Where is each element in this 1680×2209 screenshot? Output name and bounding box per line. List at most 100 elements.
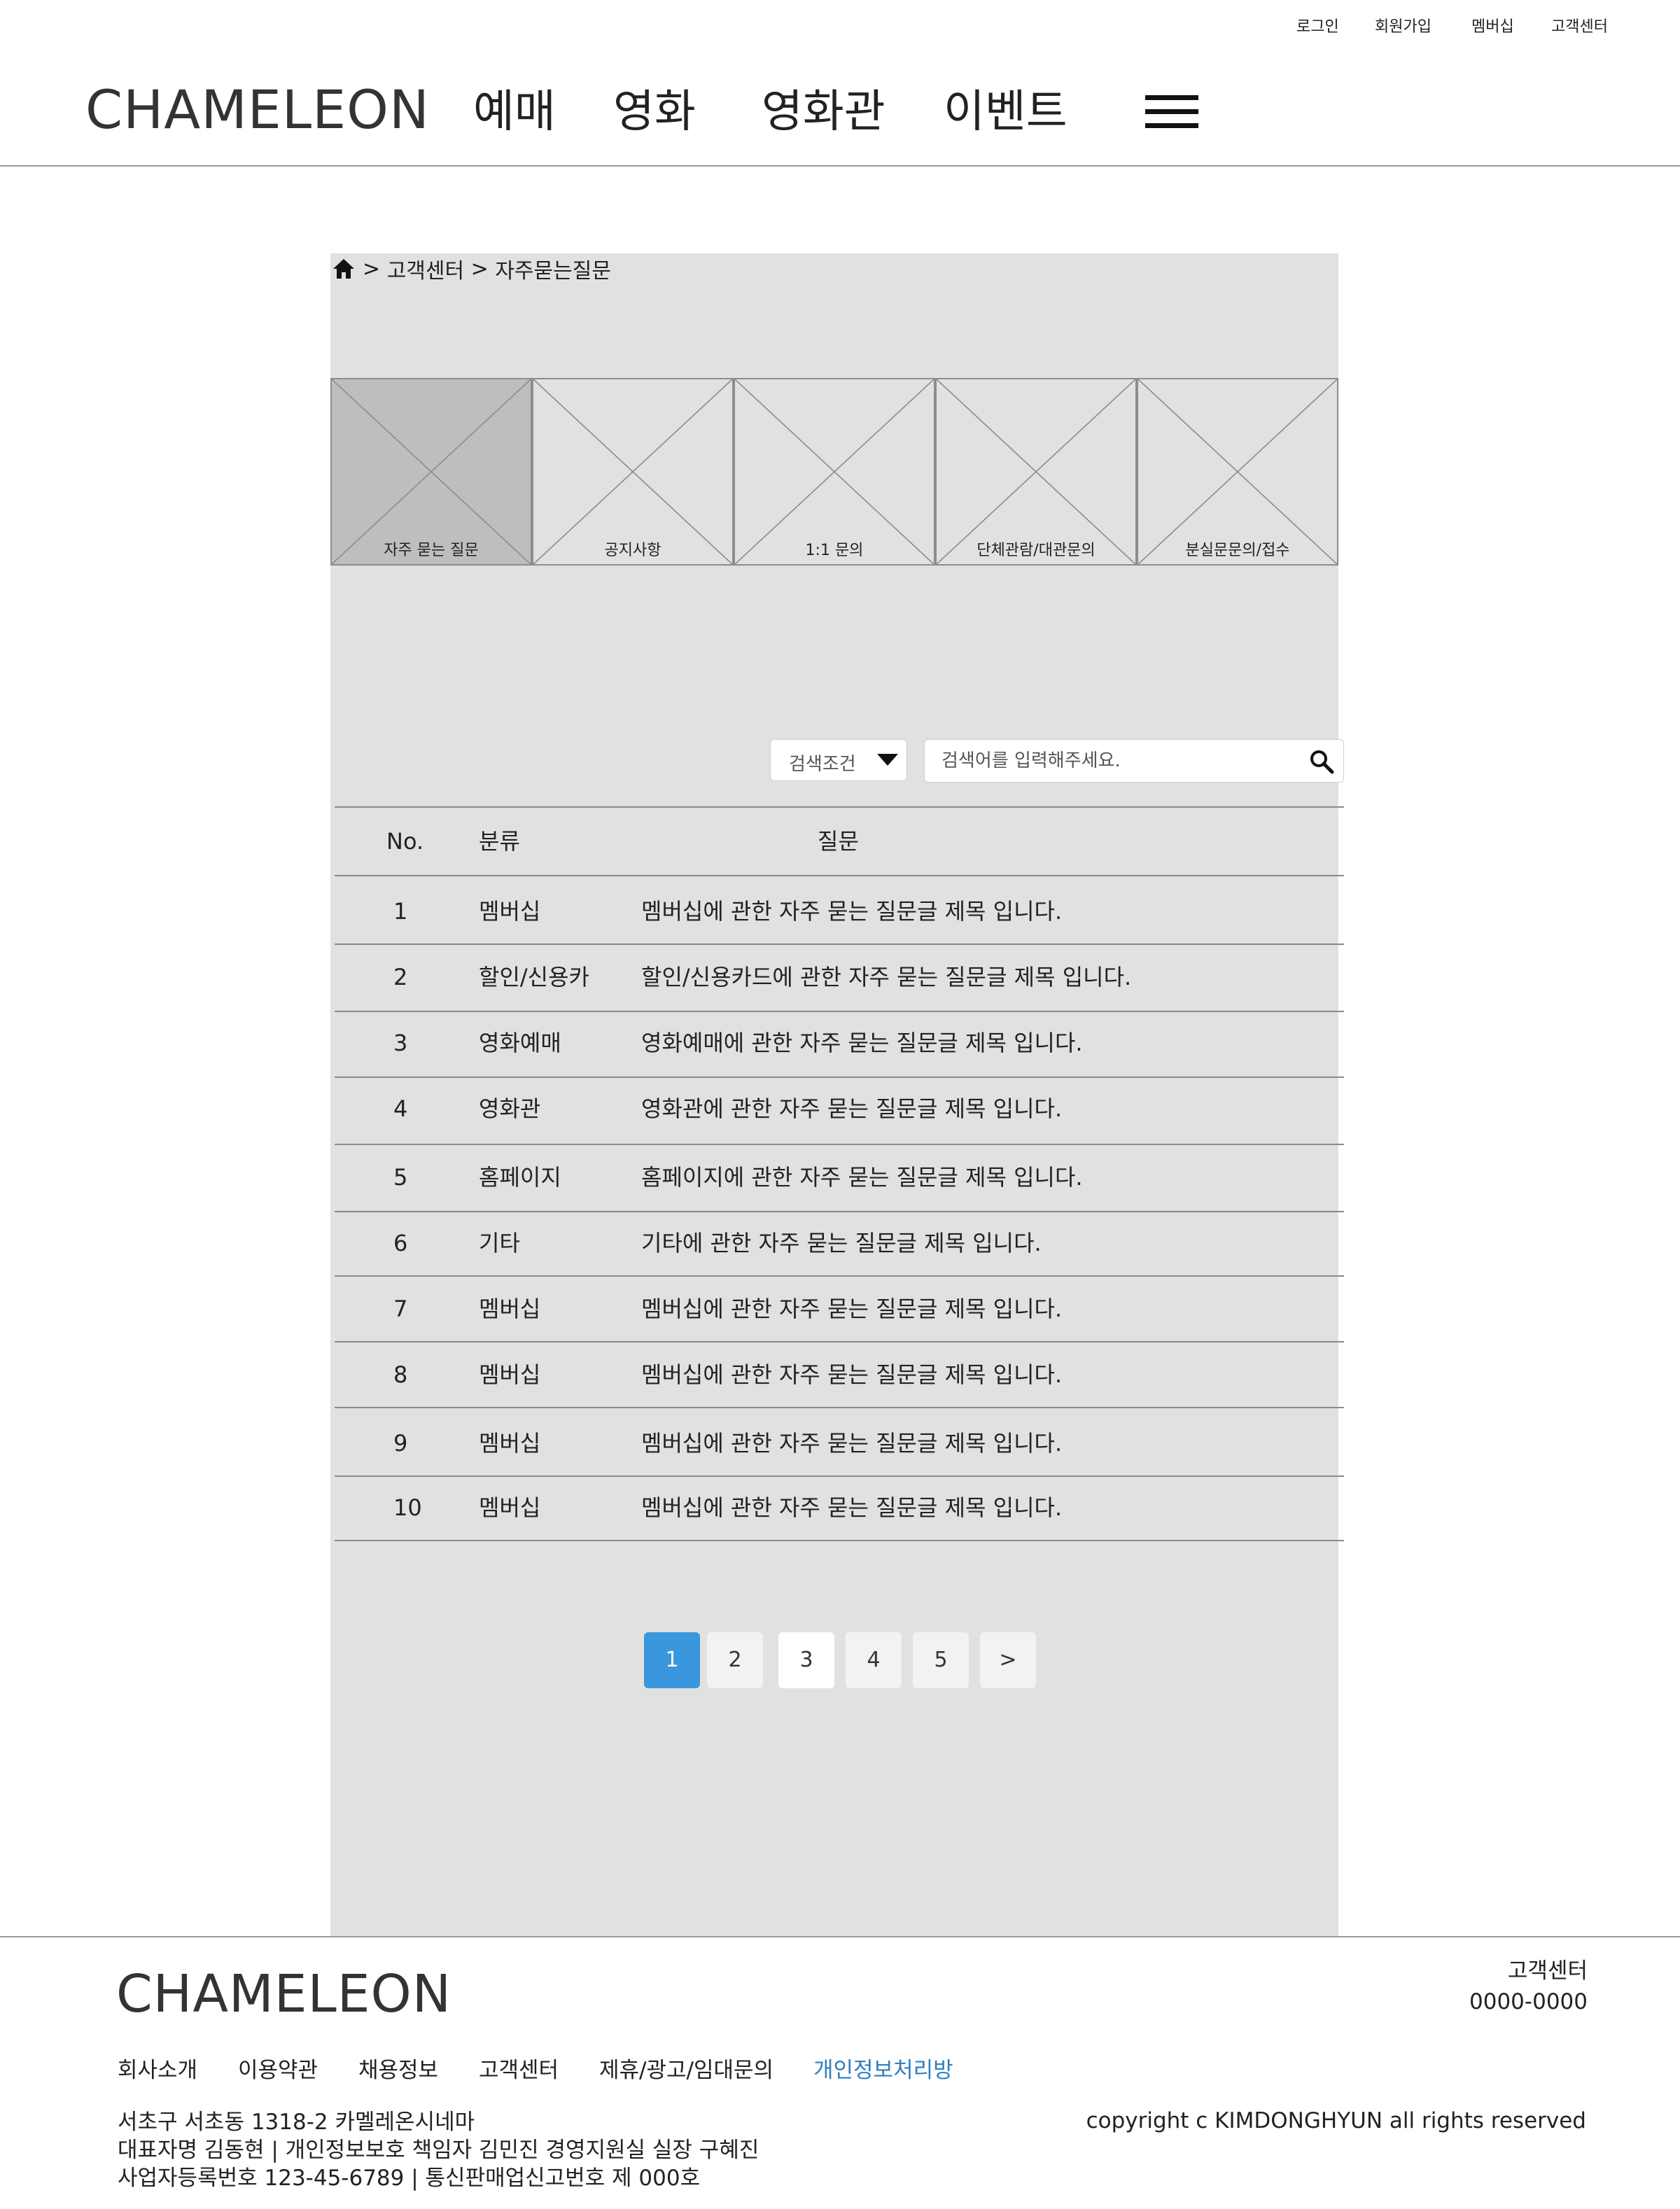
row-question[interactable]: 할인/신용카드에 관한 자주 묻는 질문글 제목 입니다. [641, 963, 1131, 991]
image-placeholder-icon [332, 379, 531, 564]
footer-link-careers[interactable]: 채용정보 [358, 2052, 438, 2084]
row-number: 2 [393, 964, 408, 990]
tile-lost-found[interactable]: 분실문문의/접수 [1137, 378, 1338, 566]
row-number: 6 [393, 1230, 408, 1256]
row-number: 3 [393, 1030, 408, 1056]
header-divider [0, 165, 1680, 167]
page-next-button[interactable]: > [980, 1632, 1036, 1688]
page-button-5[interactable]: 5 [913, 1632, 969, 1688]
footer-business-number: 사업자등록번호 123-45-6789 | 통신판매업신고번호 제 000호 [118, 2166, 701, 2191]
row-number: 9 [393, 1430, 408, 1457]
page-button-2[interactable]: 2 [707, 1632, 763, 1688]
footer-link-partnership[interactable]: 제휴/광고/임대문의 [599, 2052, 774, 2084]
row-question[interactable]: 멤버십에 관한 자주 묻는 질문글 제목 입니다. [641, 1361, 1062, 1389]
tile-label: 분실문문의/접수 [1185, 542, 1290, 559]
footer-cs-phone: 0000-0000 [1469, 1989, 1588, 2014]
row-question[interactable]: 멤버십에 관한 자주 묻는 질문글 제목 입니다. [641, 897, 1062, 925]
footer-address: 서초구 서초동 1318-2 카멜레온시네마 [118, 2110, 475, 2135]
table-row[interactable]: 8 멤버십 멤버십에 관한 자주 묻는 질문글 제목 입니다. [335, 1342, 1344, 1407]
row-category: 영화예매 [479, 1030, 561, 1056]
tile-group-rental[interactable]: 단체관람/대관문의 [935, 378, 1137, 566]
table-row[interactable]: 3 영화예매 영화예매에 관한 자주 묻는 질문글 제목 입니다. [335, 1012, 1344, 1077]
table-row[interactable]: 5 홈페이지 홈페이지에 관한 자주 묻는 질문글 제목 입니다. [335, 1145, 1344, 1211]
footer-copyright: copyright c KIMDONGHYUN all rights reser… [1086, 2108, 1586, 2133]
breadcrumb-separator: > [470, 256, 489, 281]
row-category: 기타 [479, 1230, 520, 1256]
nav-item-theaters[interactable]: 영화관 [762, 83, 886, 141]
row-number: 7 [393, 1296, 408, 1322]
page-button-3[interactable]: 3 [778, 1632, 834, 1688]
hamburger-menu-icon[interactable] [1145, 95, 1198, 129]
row-number: 10 [393, 1494, 422, 1521]
row-category: 영화관 [479, 1095, 541, 1122]
row-category: 멤버십 [479, 1430, 541, 1457]
tile-label: 단체관람/대관문의 [976, 542, 1096, 559]
image-placeholder-icon [735, 379, 934, 564]
footer-logo: CHAMELEON [116, 1964, 452, 2024]
chevron-down-icon [877, 754, 898, 766]
nav-item-movies[interactable]: 영화 [613, 83, 696, 141]
image-placeholder-icon [533, 379, 732, 564]
image-placeholder-icon [1138, 379, 1337, 564]
footer-cs-label: 고객센터 [1507, 1958, 1588, 1984]
breadcrumb-separator: > [363, 256, 381, 281]
row-question[interactable]: 기타에 관한 자주 묻는 질문글 제목 입니다. [641, 1229, 1042, 1257]
membership-link[interactable]: 멤버십 [1471, 14, 1514, 36]
row-number: 4 [393, 1095, 408, 1122]
tile-label: 1:1 문의 [805, 542, 864, 559]
home-icon[interactable] [332, 258, 356, 280]
breadcrumb-item-customer-center[interactable]: 고객센터 [387, 253, 464, 284]
row-category: 홈페이지 [479, 1164, 561, 1191]
footer-representative: 대표자명 김동현 | 개인정보보호 책임자 김민진 경영지원실 실장 구혜진 [118, 2138, 760, 2163]
column-header-question: 질문 [818, 828, 859, 855]
row-category: 멤버십 [479, 898, 541, 925]
row-category: 멤버십 [479, 1361, 541, 1388]
row-category: 할인/신용카 [479, 964, 589, 990]
search-icon[interactable] [1308, 748, 1336, 776]
footer-link-privacy[interactable]: 개인정보처리방 [813, 2052, 953, 2084]
tile-label: 자주 묻는 질문 [384, 542, 479, 559]
footer-link-terms[interactable]: 이용약관 [238, 2052, 318, 2084]
table-row[interactable]: 9 멤버십 멤버십에 관한 자주 묻는 질문글 제목 입니다. [335, 1408, 1344, 1475]
tile-label: 공지사항 [604, 542, 662, 559]
row-question[interactable]: 멤버십에 관한 자주 묻는 질문글 제목 입니다. [641, 1295, 1062, 1323]
row-question[interactable]: 멤버십에 관한 자주 묻는 질문글 제목 입니다. [641, 1494, 1062, 1522]
customer-center-link[interactable]: 고객센터 [1551, 14, 1608, 36]
footer-link-customer-center[interactable]: 고객센터 [479, 2052, 559, 2084]
row-question[interactable]: 영화예매에 관한 자주 묻는 질문글 제목 입니다. [641, 1029, 1083, 1057]
row-number: 8 [393, 1361, 408, 1388]
column-header-no: No. [386, 828, 424, 855]
table-top-border [335, 806, 1344, 808]
table-row[interactable]: 2 할인/신용카 할인/신용카드에 관한 자주 묻는 질문글 제목 입니다. [335, 945, 1344, 1011]
row-category: 멤버십 [479, 1494, 541, 1521]
breadcrumb-item-faq[interactable]: 자주묻는질문 [495, 253, 611, 284]
table-row[interactable]: 7 멤버십 멤버십에 관한 자주 묻는 질문글 제목 입니다. [335, 1277, 1344, 1341]
table-row[interactable]: 6 기타 기타에 관한 자주 묻는 질문글 제목 입니다. [335, 1212, 1344, 1275]
page-button-4[interactable]: 4 [846, 1632, 902, 1688]
footer-link-company[interactable]: 회사소개 [118, 2052, 197, 2084]
row-question[interactable]: 홈페이지에 관한 자주 묻는 질문글 제목 입니다. [641, 1163, 1083, 1191]
row-number: 5 [393, 1164, 408, 1191]
row-question[interactable]: 영화관에 관한 자주 묻는 질문글 제목 입니다. [641, 1095, 1062, 1123]
row-category: 멤버십 [479, 1296, 541, 1322]
table-row[interactable]: 4 영화관 영화관에 관한 자주 묻는 질문글 제목 입니다. [335, 1078, 1344, 1144]
site-logo[interactable]: CHAMELEON [85, 78, 430, 141]
search-input[interactable] [924, 739, 1344, 783]
row-question[interactable]: 멤버십에 관한 자주 묻는 질문글 제목 입니다. [641, 1429, 1062, 1457]
nav-item-events[interactable]: 이벤트 [944, 83, 1068, 141]
footer-divider [0, 1936, 1680, 1937]
breadcrumb: > 고객센터 > 자주묻는질문 [332, 253, 611, 284]
search-condition-label: 검색조건 [789, 754, 856, 775]
table-row[interactable]: 10 멤버십 멤버십에 관한 자주 묻는 질문글 제목 입니다. [335, 1477, 1344, 1540]
signup-link[interactable]: 회원가입 [1375, 14, 1432, 36]
login-link[interactable]: 로그인 [1296, 14, 1339, 36]
search-condition-select[interactable]: 검색조건 [770, 739, 907, 781]
tile-faq[interactable]: 자주 묻는 질문 [330, 378, 532, 566]
row-number: 1 [393, 898, 408, 925]
tile-notice[interactable]: 공지사항 [532, 378, 734, 566]
page-button-1[interactable]: 1 [644, 1632, 700, 1688]
column-header-category: 분류 [479, 828, 520, 855]
nav-item-booking[interactable]: 예매 [473, 83, 556, 141]
tile-one-on-one[interactable]: 1:1 문의 [734, 378, 935, 566]
table-row[interactable]: 1 멤버십 멤버십에 관한 자주 묻는 질문글 제목 입니다. [335, 876, 1344, 944]
